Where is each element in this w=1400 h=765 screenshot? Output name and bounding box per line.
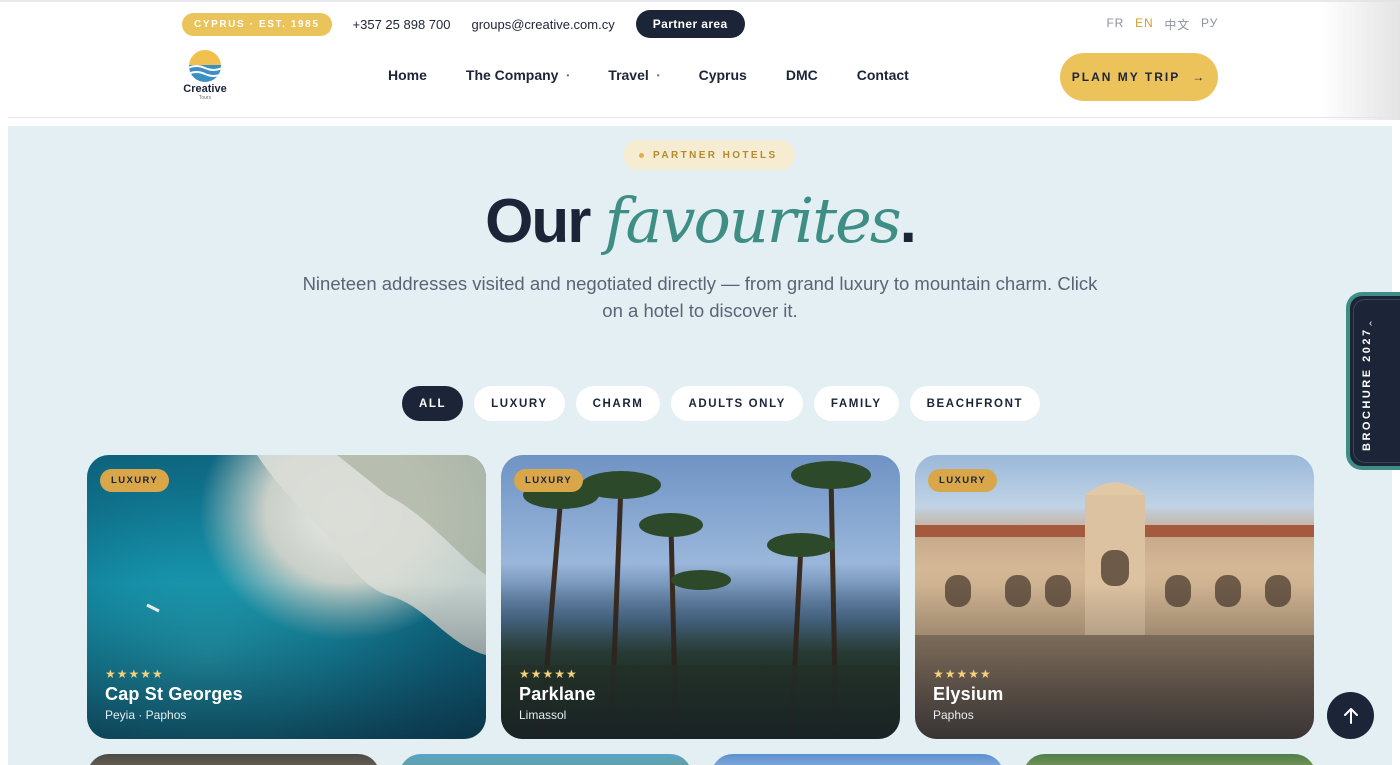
nav-home[interactable]: Home [388,67,427,83]
hotel-card-partial[interactable] [399,754,692,765]
filter-all[interactable]: ALL [402,386,464,421]
est-badge: CYPRUS · EST. 1985 [182,12,332,36]
filter-luxury[interactable]: LUXURY [474,386,565,421]
filter-chips: ALL LUXURY CHARM ADULTS ONLY FAMILY BEAC… [402,386,1041,421]
arrow-up-icon [1343,707,1358,724]
hotel-card-partial[interactable] [1023,754,1316,765]
filter-family[interactable]: FAMILY [813,386,899,421]
hotel-card-partial[interactable] [711,754,1004,765]
plan-my-trip-button[interactable]: PLAN MY TRIP → [1060,53,1218,101]
lang-en[interactable]: EN [1135,16,1153,33]
lang-ru[interactable]: РУ [1201,16,1218,33]
plan-my-trip-label: PLAN MY TRIP [1071,70,1181,84]
nav-cyprus[interactable]: Cyprus [699,67,747,83]
partner-area-button[interactable]: Partner area [635,10,745,38]
top-border [0,0,1400,2]
dropdown-dot-icon: • [566,70,570,80]
hotel-cards: LUXURY ★★★★★ Cap St Georges Peyia · Paph… [87,455,1314,739]
nav-menu: Home The Company • Travel • Cyprus DMC Con… [388,67,909,83]
brochure-tab[interactable]: ‹ BROCHURE 2027 [1346,292,1400,470]
card-tag: LUXURY [100,469,170,492]
nav-travel[interactable]: Travel • [608,67,659,83]
hotel-card[interactable]: LUXURY ★★★★★ Cap St Georges Peyia · Paph… [87,455,486,739]
hotel-location: Limassol [519,708,567,722]
hotel-location: Peyia · Paphos [105,708,187,722]
nav-dmc[interactable]: DMC [786,67,818,83]
language-switcher: FR EN 中文 РУ [1107,16,1218,33]
sun-sea-logo-icon [189,50,221,82]
dropdown-dot-icon: • [656,70,660,80]
hotel-card[interactable]: LUXURY ★★★★★ Parklane Limassol [501,455,900,739]
hotel-name: Elysium [933,684,1004,704]
scroll-to-top-button[interactable] [1327,692,1374,739]
hotel-name: Cap St Georges [105,684,243,704]
star-rating-icon: ★★★★★ [105,667,164,681]
phone-link[interactable]: +357 25 898 700 [353,17,451,32]
card-tag: LUXURY [514,469,584,492]
brochure-label: BROCHURE 2027 [1361,327,1373,451]
lang-zh[interactable]: 中文 [1164,16,1190,33]
main-navigation-row: Creative Tours Home The Company • Travel •… [182,50,1218,106]
filter-beachfront[interactable]: BEACHFRONT [909,386,1041,421]
filter-charm[interactable]: CHARM [575,386,661,421]
next-row-cards [87,754,1316,765]
hotel-location: Paphos [933,708,974,722]
edge-shadow [1320,0,1400,120]
logo-name: Creative [183,83,227,95]
eyebrow-dot-icon [639,153,644,158]
hotel-name: Parklane [519,684,596,704]
nav-the-company[interactable]: The Company • [466,67,569,83]
nav-divider [8,117,1392,118]
star-rating-icon: ★★★★★ [933,667,992,681]
section-eyebrow: PARTNER HOTELS [623,140,795,170]
section-title: Our favourites. [485,184,917,257]
nav-contact[interactable]: Contact [857,67,909,83]
lang-fr[interactable]: FR [1107,16,1125,33]
arrow-right-icon: → [1192,70,1207,84]
section-subtitle: Nineteen addresses visited and negotiate… [302,273,1098,321]
email-link[interactable]: groups@creative.com.cy [471,17,614,32]
hotel-card[interactable]: LUXURY ★★★★★ Elysium Paphos [915,455,1314,739]
hotel-card-partial[interactable] [87,754,380,765]
favourites-section: PARTNER HOTELS Our favourites. Nineteen … [8,126,1392,765]
top-bar: CYPRUS · EST. 1985 +357 25 898 700 group… [182,10,1218,38]
logo-subtitle: Tours [198,95,212,101]
star-rating-icon: ★★★★★ [519,667,578,681]
logo[interactable]: Creative Tours [182,50,228,101]
card-tag: LUXURY [928,469,998,492]
filter-adults-only[interactable]: ADULTS ONLY [671,386,803,421]
title-script: favourites [604,184,902,257]
